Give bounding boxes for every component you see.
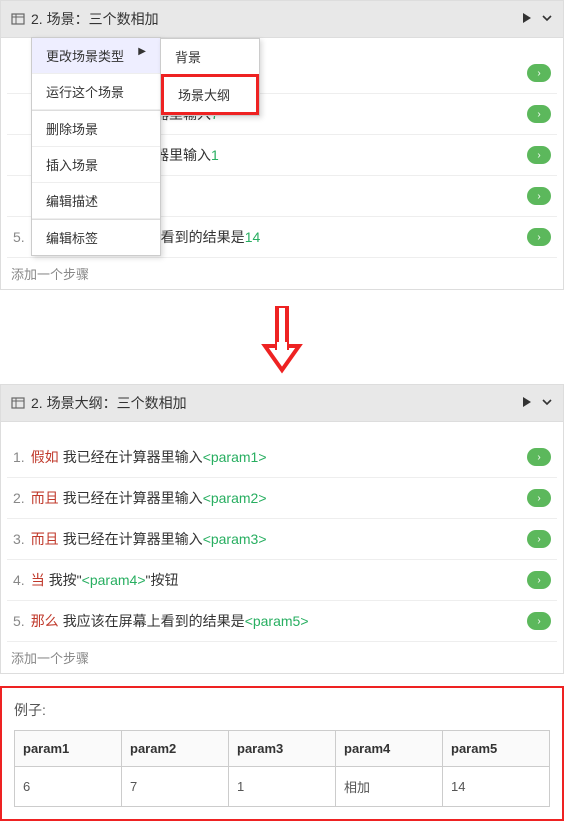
menu-run[interactable]: 运行这个场景 — [32, 74, 160, 110]
step-text: 我已经在计算器里输入<param3> — [63, 529, 527, 549]
example-table: param1 param2 param3 param4 param5 6 7 1… — [14, 730, 550, 807]
table-header: param3 — [229, 731, 336, 767]
step-run-button[interactable]: › — [527, 612, 551, 630]
submenu-background[interactable]: 背景 — [161, 39, 259, 74]
panel-title-1: 2. 场景：三个数相加 — [31, 9, 521, 29]
caret-right-icon: ▶ — [138, 46, 146, 57]
menu-change-type[interactable]: 更改场景类型 ▶ 背景 场景大纲 — [32, 38, 160, 74]
table-header: param4 — [336, 731, 443, 767]
step-run-button[interactable]: › — [527, 448, 551, 466]
table-header: param1 — [15, 731, 122, 767]
table-cell: 1 — [229, 767, 336, 807]
chevron-down-icon[interactable] — [541, 11, 553, 27]
scenario-panel-1: 2. 场景：三个数相加 更改场景类型 ▶ 背景 场景大纲 运行这个场景 删除场景… — [0, 0, 564, 290]
menu-delete[interactable]: 删除场景 — [32, 111, 160, 147]
step-text: 我按"<param4>"按钮 — [49, 570, 527, 590]
step-num: 5. — [13, 229, 25, 245]
table-header: param2 — [122, 731, 229, 767]
table-cell: 6 — [15, 767, 122, 807]
step-run-button[interactable]: › — [527, 146, 551, 164]
menu-edit-tags[interactable]: 编辑标签 — [32, 220, 160, 255]
step-keyword: 而且 — [31, 529, 59, 549]
step-row[interactable]: 3. 而且 我已经在计算器里输入<param3> › — [7, 519, 557, 560]
scenario-icon — [11, 396, 25, 410]
example-title: 例子: — [14, 700, 550, 720]
step-keyword: 当 — [31, 570, 45, 590]
step-text: 我已经在计算器里输入<param2> — [63, 488, 527, 508]
submenu-scenario-outline[interactable]: 场景大纲 — [161, 74, 259, 115]
step-run-button[interactable]: › — [527, 571, 551, 589]
step-text: 我应该在屏幕上看到的结果是<param5> — [63, 611, 527, 631]
table-cell: 相加 — [336, 767, 443, 807]
step-num: 2. — [13, 490, 25, 506]
step-run-button[interactable]: › — [527, 64, 551, 82]
table-header-row: param1 param2 param3 param4 param5 — [15, 731, 550, 767]
step-num: 5. — [13, 613, 25, 629]
play-icon[interactable] — [521, 395, 533, 411]
step-text: 钮 — [141, 186, 527, 206]
panel-header-1[interactable]: 2. 场景：三个数相加 更改场景类型 ▶ 背景 场景大纲 运行这个场景 删除场景… — [0, 0, 564, 38]
table-cell: 7 — [122, 767, 229, 807]
step-text: 算器里输入1 — [141, 145, 527, 165]
submenu: 背景 场景大纲 — [160, 38, 260, 116]
example-box: 例子: param1 param2 param3 param4 param5 6… — [0, 686, 564, 821]
step-text: 我已经在计算器里输入<param1> — [63, 447, 527, 467]
step-num: 3. — [13, 531, 25, 547]
menu-insert[interactable]: 插入场景 — [32, 147, 160, 183]
step-run-button[interactable]: › — [527, 187, 551, 205]
step-row[interactable]: 4. 当 我按"<param4>"按钮 › — [7, 560, 557, 601]
step-run-button[interactable]: › — [527, 530, 551, 548]
step-keyword: 而且 — [31, 488, 59, 508]
chevron-down-icon[interactable] — [541, 395, 553, 411]
panel-body-2: 1. 假如 我已经在计算器里输入<param1> › 2. 而且 我已经在计算器… — [0, 422, 564, 674]
menu-change-type-label: 更改场景类型 — [46, 49, 124, 64]
step-num: 4. — [13, 572, 25, 588]
step-row[interactable]: 5. 那么 我应该在屏幕上看到的结果是<param5> › — [7, 601, 557, 642]
step-row[interactable]: 2. 而且 我已经在计算器里输入<param2> › — [7, 478, 557, 519]
step-row[interactable]: 1. 假如 我已经在计算器里输入<param1> › — [7, 437, 557, 478]
table-header: param5 — [443, 731, 550, 767]
arrow-down-icon — [0, 298, 564, 384]
step-run-button[interactable]: › — [527, 228, 551, 246]
scenario-icon — [11, 12, 25, 26]
play-icon[interactable] — [521, 11, 533, 27]
add-step-link[interactable]: 添加一个步骤 — [7, 642, 557, 669]
context-menu: 更改场景类型 ▶ 背景 场景大纲 运行这个场景 删除场景 插入场景 编辑描述 编… — [31, 37, 161, 256]
panel-title-2: 2. 场景大纲：三个数相加 — [31, 393, 521, 413]
table-cell: 14 — [443, 767, 550, 807]
step-keyword: 假如 — [31, 447, 59, 467]
step-run-button[interactable]: › — [527, 489, 551, 507]
panel-header-2[interactable]: 2. 场景大纲：三个数相加 — [0, 384, 564, 422]
table-row[interactable]: 6 7 1 相加 14 — [15, 767, 550, 807]
menu-edit-desc[interactable]: 编辑描述 — [32, 183, 160, 219]
step-run-button[interactable]: › — [527, 105, 551, 123]
step-keyword: 那么 — [31, 611, 59, 631]
step-num: 1. — [13, 449, 25, 465]
add-step-link[interactable]: 添加一个步骤 — [7, 258, 557, 285]
scenario-panel-2: 2. 场景大纲：三个数相加 1. 假如 我已经在计算器里输入<param1> ›… — [0, 384, 564, 674]
